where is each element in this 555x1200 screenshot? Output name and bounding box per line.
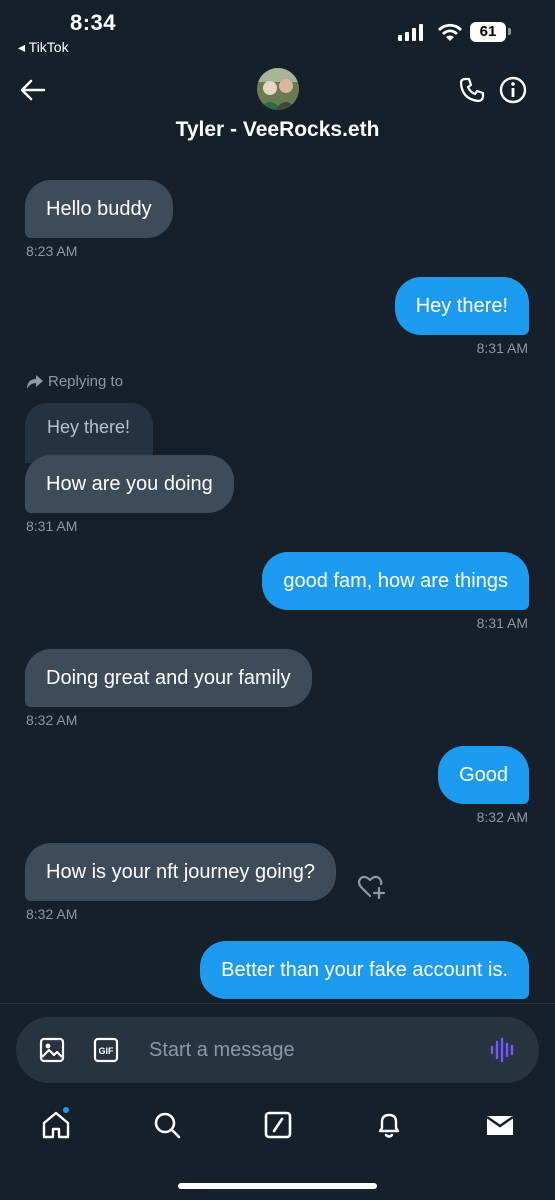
bell-icon bbox=[378, 1113, 400, 1138]
sent-message[interactable]: Hey there! bbox=[394, 277, 529, 335]
cellular-signal-icon bbox=[398, 24, 423, 41]
message-timestamp: 8:31 AM bbox=[26, 518, 78, 534]
replying-to-text: Replying to bbox=[48, 373, 124, 390]
notification-dot bbox=[61, 1105, 71, 1115]
quoted-message[interactable]: Hey there! bbox=[25, 403, 153, 463]
message-timestamp: 8:31 AM bbox=[476, 615, 528, 631]
reply-arrow-icon bbox=[27, 374, 43, 389]
avatar[interactable] bbox=[257, 68, 299, 110]
compose-icon bbox=[264, 1111, 292, 1139]
received-message[interactable]: Hello buddy bbox=[25, 180, 173, 238]
svg-text:GIF: GIF bbox=[99, 1046, 115, 1056]
voice-message-icon[interactable] bbox=[489, 1036, 517, 1064]
tab-messages[interactable] bbox=[484, 1109, 516, 1141]
received-message[interactable]: Doing great and your family bbox=[25, 649, 312, 707]
sent-message[interactable]: Better than your fake account is. bbox=[200, 941, 529, 999]
back-arrow-icon[interactable] bbox=[18, 78, 48, 102]
received-message[interactable]: How is your nft journey going? bbox=[25, 843, 337, 901]
composer-bar: GIF bbox=[0, 1003, 555, 1093]
replying-to-label: Replying to bbox=[26, 373, 123, 390]
info-icon[interactable] bbox=[499, 76, 527, 104]
message-input[interactable] bbox=[149, 1035, 469, 1065]
message-timestamp: 8:32 AM bbox=[26, 712, 78, 728]
conversation-header: Tyler - VeeRocks.eth bbox=[0, 60, 555, 160]
gif-icon[interactable]: GIF bbox=[93, 1037, 119, 1063]
add-reaction-heart-icon[interactable] bbox=[357, 873, 387, 901]
tab-compose[interactable] bbox=[262, 1109, 294, 1141]
sent-message[interactable]: good fam, how are things bbox=[262, 552, 529, 610]
envelope-icon bbox=[486, 1116, 514, 1135]
battery-icon: 61 bbox=[470, 22, 506, 42]
home-indicator[interactable] bbox=[178, 1183, 377, 1189]
tab-notifications[interactable] bbox=[373, 1109, 405, 1141]
conversation-title: Tyler - VeeRocks.eth bbox=[175, 118, 380, 141]
status-bar: 8:34 ◂ TikTok 61 bbox=[0, 0, 555, 60]
tab-home[interactable] bbox=[40, 1105, 72, 1141]
back-to-app-link[interactable]: ◂ TikTok bbox=[18, 39, 69, 56]
wifi-icon bbox=[438, 23, 462, 41]
message-timestamp: 8:31 AM bbox=[476, 340, 528, 356]
message-timestamp: 8:32 AM bbox=[26, 906, 78, 922]
message-timestamp: 8:23 AM bbox=[26, 243, 78, 259]
phone-icon[interactable] bbox=[458, 76, 486, 104]
status-time: 8:34 bbox=[70, 10, 117, 35]
tab-search[interactable] bbox=[151, 1109, 183, 1141]
message-composer: GIF bbox=[16, 1017, 539, 1083]
image-icon[interactable] bbox=[39, 1037, 65, 1063]
battery-tip bbox=[508, 28, 511, 35]
message-timestamp: 8:32 AM bbox=[476, 809, 528, 825]
received-message[interactable]: How are you doing bbox=[25, 455, 234, 513]
search-icon bbox=[154, 1112, 181, 1139]
sent-message[interactable]: Good bbox=[438, 746, 529, 804]
